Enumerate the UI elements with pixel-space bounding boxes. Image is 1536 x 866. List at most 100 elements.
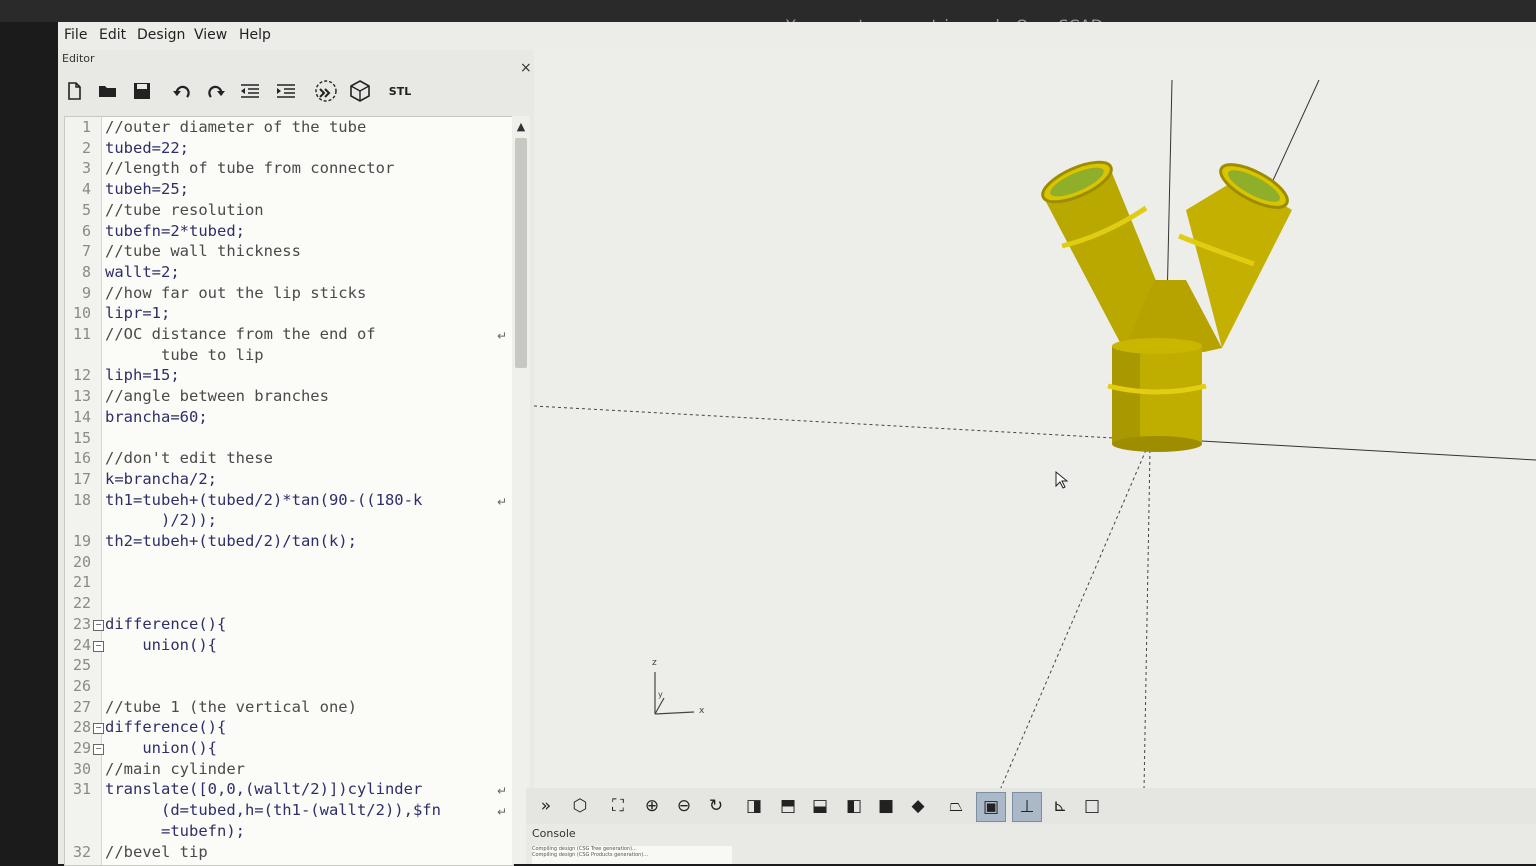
view-front-icon[interactable]: ■ (872, 792, 900, 820)
view-all-icon[interactable]: ⛶ (604, 792, 632, 820)
code-line[interactable]: wallt=2; (105, 263, 180, 281)
line-number: 20 (72, 552, 91, 571)
fold-toggle-icon[interactable]: − (93, 723, 104, 735)
code-line[interactable]: //OC distance from the end of (105, 325, 376, 343)
fold-toggle-icon[interactable]: − (93, 640, 104, 652)
editor-panel: Editor × STL 1 //outer diameter of the t… (58, 50, 535, 866)
perspective-icon[interactable]: ⏢ (942, 792, 970, 820)
code-line[interactable]: //how far out the lip sticks (105, 284, 366, 302)
line-number: 23 (72, 614, 91, 633)
main-tube-top (1112, 338, 1202, 354)
open-folder-icon[interactable] (94, 76, 122, 106)
redo-icon[interactable] (202, 76, 230, 106)
menu-file[interactable]: File (64, 27, 87, 43)
3d-viewport[interactable]: z y x (534, 50, 1536, 790)
render-icon[interactable] (346, 76, 374, 106)
code-line[interactable]: th2=tubeh+(tubed/2)/tan(k); (105, 532, 357, 550)
code-line[interactable]: difference(){ (105, 615, 226, 633)
line-number: 26 (72, 676, 91, 695)
code-line[interactable]: translate([0,0,(wallt/2)])cylinder (105, 780, 422, 798)
axis-positive-x (1183, 439, 1536, 461)
line-number: 18 (72, 490, 91, 509)
menu-help[interactable]: Help (239, 27, 271, 43)
code-line[interactable]: (d=tubed,h=(th1-(wallt/2)),$fn (105, 801, 441, 819)
reset-view-icon[interactable]: ↻ (702, 792, 730, 820)
code-line[interactable]: tubefn=2*tubed; (105, 222, 245, 240)
orthogonal-icon[interactable]: ▣ (976, 792, 1006, 822)
new-file-icon[interactable] (60, 76, 88, 106)
view-top-icon[interactable]: ⬒ (774, 792, 802, 820)
menu-edit[interactable]: Edit (99, 27, 126, 43)
view-back-icon[interactable]: ◆ (904, 792, 932, 820)
editor-toolbar: STL (58, 74, 534, 110)
code-line[interactable]: tubed=22; (105, 139, 189, 157)
line-number: 2 (81, 138, 91, 157)
axis-label-y: y (658, 690, 663, 699)
menu-design[interactable]: Design (137, 27, 185, 43)
code-line[interactable]: =tubefn); (105, 822, 245, 840)
code-line[interactable]: //angle between branches (105, 387, 329, 405)
code-line[interactable]: k=brancha/2; (105, 470, 217, 488)
editor-scrollbar[interactable]: ▲ (512, 116, 530, 864)
view-bottom-icon[interactable]: ⬓ (806, 792, 834, 820)
mouse-cursor-icon (1055, 470, 1069, 489)
scroll-thumb[interactable] (515, 138, 527, 368)
code-line[interactable]: difference(){ (105, 718, 226, 736)
show-scale-icon[interactable]: ⊾ (1046, 792, 1074, 820)
wrap-marker-icon: ↵ (497, 494, 508, 509)
code-line[interactable]: liph=15; (105, 366, 180, 384)
code-line[interactable]: th1=tubeh+(tubed/2)*tan(90-((180-k (105, 491, 422, 509)
code-line[interactable]: tube to lip (105, 346, 264, 364)
axis-label-z: z (652, 658, 657, 668)
show-edges-icon[interactable]: □ (1078, 792, 1106, 820)
line-number: 27 (72, 697, 91, 716)
view-right-icon[interactable]: ◨ (740, 792, 768, 820)
axis-negative-x (534, 405, 1115, 439)
preview-icon[interactable]: » (532, 792, 560, 820)
indent-icon[interactable] (272, 76, 300, 106)
viewport-toolbar: » ⬡ ⛶ ⊕ ⊖ ↻ ◨ ⬒ ⬓ ◧ ■ ◆ ⏢ ▣ ⊥ ⊾ □ (526, 788, 1536, 824)
code-line[interactable]: //tube resolution (105, 201, 264, 219)
line-number: 11 (72, 325, 91, 343)
console-panel: Console Compiling design (CSG Tree gener… (526, 824, 1536, 864)
code-line[interactable]: union(){ (105, 739, 217, 757)
fold-toggle-icon[interactable]: − (93, 744, 104, 755)
code-line[interactable]: //bevel tip (105, 843, 208, 861)
code-line[interactable]: brancha=60; (105, 408, 208, 426)
wrap-marker-icon: ↵ (497, 805, 508, 820)
export-stl-icon[interactable]: STL (386, 76, 414, 106)
show-axes-icon[interactable]: ⊥ (1012, 792, 1042, 822)
unindent-icon[interactable] (236, 76, 264, 106)
line-number: 22 (72, 594, 91, 613)
preview-icon[interactable] (312, 76, 340, 106)
line-number: 29 (72, 739, 91, 757)
code-line[interactable]: //tube wall thickness (105, 242, 301, 260)
view-left-icon[interactable]: ◧ (840, 792, 868, 820)
y-connector-model (1041, 160, 1292, 452)
code-line[interactable]: tubeh=25; (105, 180, 189, 198)
code-line[interactable]: //outer diameter of the tube (105, 118, 366, 136)
code-line[interactable]: union(){ (105, 636, 217, 654)
fold-toggle-icon[interactable]: − (93, 619, 104, 631)
code-line[interactable]: )/2)); (105, 511, 217, 529)
code-line[interactable]: //length of tube from connector (105, 159, 394, 177)
main-tube-bottom (1112, 436, 1202, 452)
scroll-up-icon[interactable]: ▲ (514, 120, 528, 134)
menu-view[interactable]: View (194, 27, 227, 43)
wrap-marker-icon: ↵ (497, 784, 508, 799)
code-line[interactable]: //don't edit these (105, 449, 273, 467)
render-icon[interactable]: ⬡ (566, 792, 594, 820)
line-number: 10 (72, 304, 91, 323)
code-line[interactable]: //main cylinder (105, 760, 245, 778)
code-line[interactable]: //tube 1 (the vertical one) (105, 698, 357, 716)
code-editor[interactable]: 1 //outer diameter of the tube 2 tubed=22; 3… (64, 116, 514, 866)
undo-icon[interactable] (168, 76, 196, 106)
zoom-in-icon[interactable]: ⊕ (638, 792, 666, 820)
code-line[interactable]: lipr=1; (105, 304, 170, 322)
window-titlebar: Y connect parametric.scad - OpenSCAD (0, 0, 1536, 35)
axis-label-x: x (699, 706, 705, 716)
line-number: 19 (72, 532, 91, 550)
zoom-out-icon[interactable]: ⊖ (670, 792, 698, 820)
save-icon[interactable] (128, 76, 156, 106)
line-number: 15 (72, 428, 91, 447)
